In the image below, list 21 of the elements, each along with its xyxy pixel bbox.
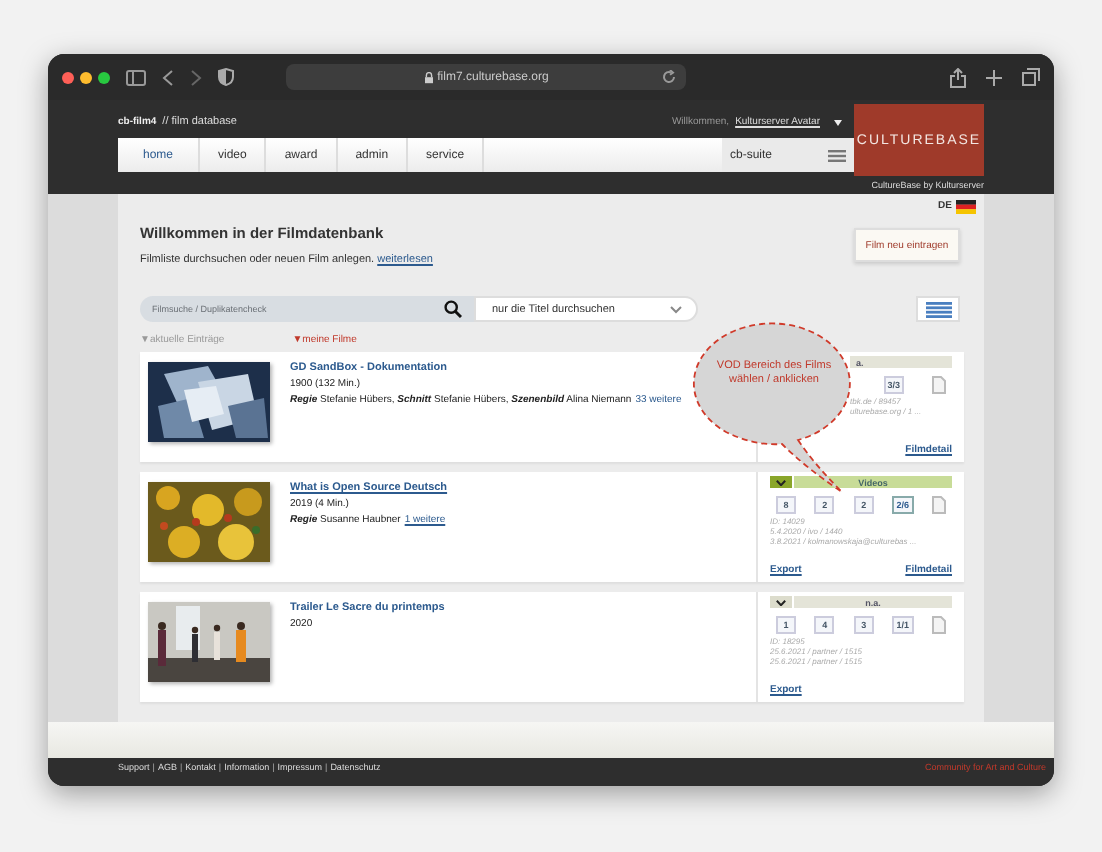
toggle-button[interactable] [770, 476, 792, 488]
share-icon[interactable] [950, 67, 966, 87]
new-tab-icon[interactable] [986, 69, 1002, 85]
tabs-overview-icon[interactable] [1022, 68, 1040, 86]
sidebar-icon[interactable] [126, 69, 146, 85]
list-view-button[interactable] [916, 296, 960, 322]
minimize-button[interactable] [80, 71, 92, 83]
menu-icon [828, 149, 846, 161]
shield-icon[interactable] [218, 68, 234, 86]
search-icon[interactable] [444, 300, 462, 318]
flag-icon[interactable] [956, 199, 976, 213]
zoom-button[interactable] [98, 71, 110, 83]
caret-icon[interactable] [834, 119, 842, 125]
back-icon[interactable] [162, 69, 174, 85]
close-button[interactable] [62, 71, 74, 83]
toggle-button[interactable] [770, 596, 792, 608]
list-view-icon [925, 301, 951, 317]
chevron-down-icon [670, 305, 682, 313]
reload-icon[interactable] [662, 70, 676, 84]
lock-icon [423, 71, 434, 83]
forward-icon[interactable] [190, 69, 202, 85]
